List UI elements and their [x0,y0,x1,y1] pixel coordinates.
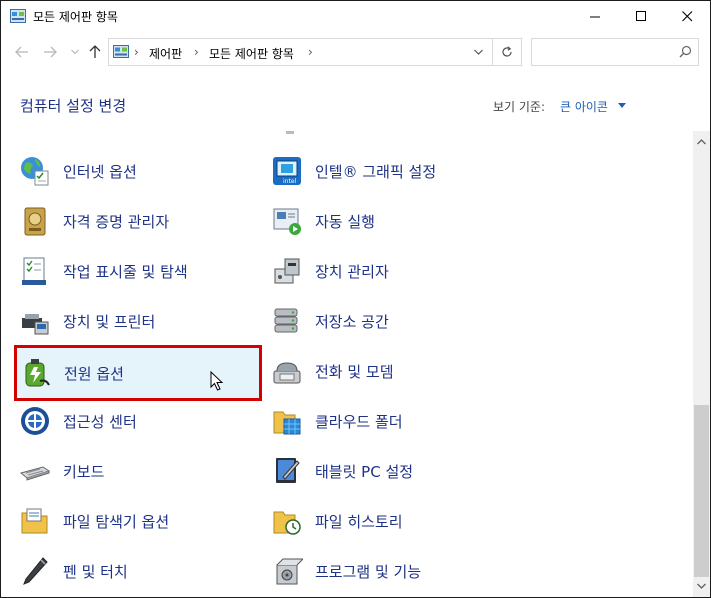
arrow-right-icon [44,46,57,58]
item-label: 전원 옵션 [64,364,124,383]
item-label: 접근성 센터 [63,412,137,431]
internet-options-icon [21,157,49,186]
arrow-up-icon [89,45,101,58]
phone-modem-icon [273,362,301,384]
up-button[interactable] [87,44,103,60]
breadcrumb-separator: › [134,45,139,59]
item-label: 장치 및 프린터 [63,312,156,331]
breadcrumb-separator[interactable]: › [308,45,313,59]
item-label: 인텔® 그래픽 설정 [315,162,437,181]
breadcrumb-control-panel[interactable]: 제어판 [149,45,182,62]
item-device-manager[interactable]: 장치 관리자 [266,251,506,291]
close-button[interactable] [664,1,710,32]
item-label: 자동 실행 [315,212,375,231]
refresh-icon [502,46,512,57]
breadcrumb-all-items[interactable]: 모든 제어판 항목 [209,45,294,62]
minimize-button[interactable] [572,1,618,32]
file-history-icon [273,511,301,535]
address-bar[interactable]: › 제어판 › 모든 제어판 항목 › [108,38,522,66]
item-tablet-pc-settings[interactable]: 태블릿 PC 설정 [266,451,506,491]
item-file-explorer-options[interactable]: 파일 탐색기 옵션 [14,501,254,541]
minimize-icon [589,16,600,18]
item-label: 작업 표시줄 및 탐색 [63,262,188,281]
keyboard-icon [19,466,51,481]
refresh-button[interactable] [492,39,521,65]
item-label: 전화 및 모뎀 [315,362,394,381]
control-panel-icon [10,9,26,23]
power-options-icon [25,359,50,387]
item-label: 인터넷 옵션 [63,162,137,181]
scrolled-item-edge [286,131,294,134]
item-label: 클라우드 폴더 [315,412,403,431]
window-title: 모든 제어판 항목 [33,10,118,24]
cloud-folder-icon [273,411,301,435]
item-ease-of-access[interactable]: 접근성 센터 [14,401,254,441]
ease-of-access-icon [21,407,49,435]
item-internet-options[interactable]: 인터넷 옵션 [14,151,254,191]
item-storage-spaces[interactable]: 저장소 공간 [266,301,506,341]
chevron-down-icon [71,49,79,55]
control-panel-window: 모든 제어판 항목 › 제어판 › 모든 제어판 항목 › 컴퓨터 설정 변경 … [0,0,711,598]
scroll-up-icon[interactable] [697,139,706,145]
item-label: 장치 관리자 [315,262,389,281]
pen-touch-icon [23,557,48,585]
view-by-label: 보기 기준: [493,100,546,114]
maximize-button[interactable] [618,1,664,32]
scrollbar-thumb[interactable] [694,405,709,577]
item-intel-graphics[interactable]: intel 인텔® 그래픽 설정 [266,151,506,191]
item-label: 자격 증명 관리자 [63,212,170,231]
item-label: 파일 히스토리 [315,512,403,531]
scroll-down-icon[interactable] [697,583,706,589]
back-button[interactable] [14,44,30,60]
breadcrumb-separator[interactable]: › [194,45,199,59]
address-row: › 제어판 › 모든 제어판 항목 › [1,32,710,72]
svg-text:intel: intel [283,178,297,185]
device-manager-icon [274,258,300,284]
search-icon [679,45,692,58]
item-devices-printers[interactable]: 장치 및 프린터 [14,301,254,341]
credential-manager-icon [24,207,46,236]
storage-spaces-icon [274,308,298,333]
mouse-cursor-icon [210,371,224,391]
autoplay-icon [273,208,301,235]
programs-features-icon [276,558,303,585]
item-cloud-folder[interactable]: 클라우드 폴더 [266,401,506,441]
item-phone-modem[interactable]: 전화 및 모뎀 [266,351,506,391]
control-panel-icon [113,45,129,58]
item-autoplay[interactable]: 자동 실행 [266,201,506,241]
search-input[interactable] [531,38,699,66]
tablet-pc-icon [276,458,300,483]
item-taskbar-navigation[interactable]: 작업 표시줄 및 탐색 [14,251,254,291]
chevron-down-icon [473,49,483,55]
arrow-left-icon [15,46,28,58]
item-label: 프로그램 및 기능 [315,562,422,581]
page-title: 컴퓨터 설정 변경 [20,97,127,115]
close-icon [681,11,692,22]
caret-down-icon[interactable] [618,103,626,108]
address-dropdown-button[interactable] [465,39,491,65]
items-view: 인터넷 옵션 intel 인텔® 그래픽 설정 자격 증명 관리자 자동 실행 … [1,131,693,597]
taskbar-icon [22,257,46,285]
forward-button[interactable] [42,44,58,60]
item-power-options[interactable]: 전원 옵션 [14,345,262,401]
devices-printers-icon [22,314,49,335]
item-credential-manager[interactable]: 자격 증명 관리자 [14,201,254,241]
item-file-history[interactable]: 파일 히스토리 [266,501,506,541]
recent-locations-button[interactable] [67,44,83,60]
item-label: 펜 및 터치 [63,562,128,581]
item-pen-touch[interactable]: 펜 및 터치 [14,551,254,591]
item-label: 태블릿 PC 설정 [315,462,414,481]
item-label: 파일 탐색기 옵션 [63,512,170,531]
maximize-icon [635,11,646,21]
vertical-scrollbar[interactable] [693,131,710,597]
title-bar[interactable]: 모든 제어판 항목 [1,1,710,32]
item-keyboard[interactable]: 키보드 [14,451,254,491]
item-label: 키보드 [63,462,105,481]
item-label: 저장소 공간 [315,312,389,331]
file-explorer-options-icon [21,508,48,534]
item-programs-features[interactable]: 프로그램 및 기능 [266,551,506,591]
view-by-dropdown[interactable]: 큰 아이콘 [560,98,608,115]
intel-graphics-icon: intel [273,157,301,185]
